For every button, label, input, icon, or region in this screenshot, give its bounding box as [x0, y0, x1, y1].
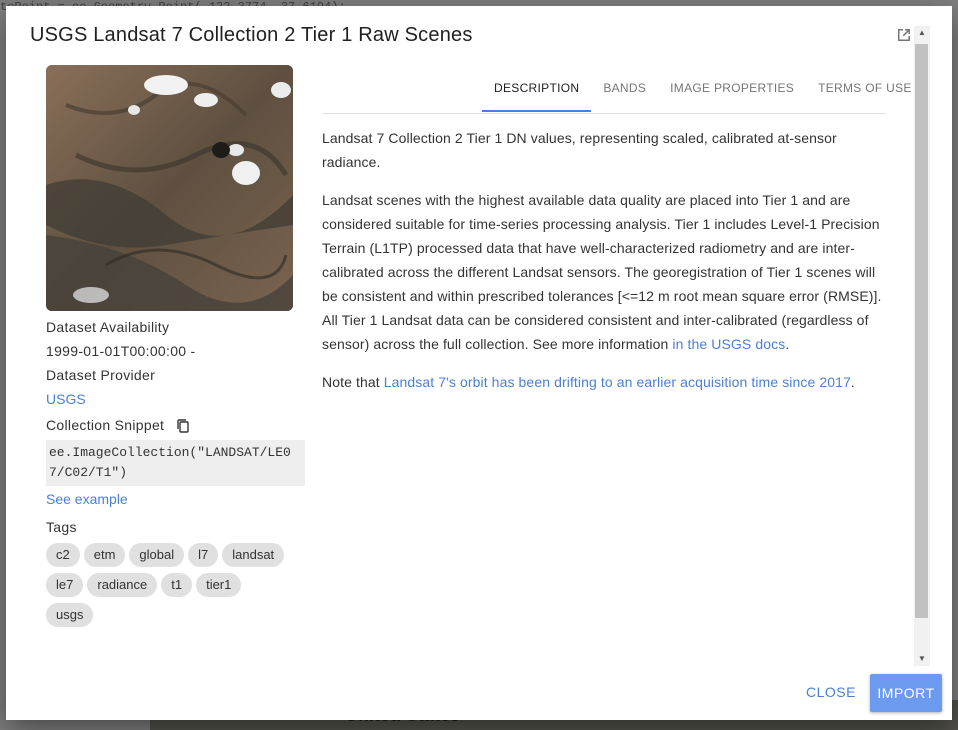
chevron-up-icon[interactable]: ▲ — [914, 26, 930, 40]
dataset-thumbnail — [46, 65, 293, 311]
description-paragraph-2-text: Landsat scenes with the highest availabl… — [322, 192, 882, 352]
tag-chip[interactable]: le7 — [46, 573, 84, 597]
dataset-dialog: USGS Landsat 7 Collection 2 Tier 1 Raw S… — [6, 6, 952, 720]
tag-chip[interactable]: landsat — [222, 543, 285, 567]
tag-chip[interactable]: etm — [83, 543, 126, 567]
dataset-provider-label: Dataset Provider — [46, 367, 156, 383]
usgs-docs-link[interactable]: in the USGS docs — [672, 336, 785, 352]
copy-icon[interactable] — [175, 418, 191, 434]
description-paragraph-2-end: . — [785, 336, 790, 352]
tag-chip[interactable]: t1 — [161, 573, 193, 597]
tag-chip[interactable]: l7 — [188, 543, 219, 567]
scrollbar-thumb[interactable] — [915, 44, 928, 618]
tags-list: c2 etm global l7 landsat le7 radiance t1 tier1 us… — [46, 543, 296, 633]
tag-chip[interactable]: usgs — [46, 603, 94, 627]
dataset-provider-link[interactable]: USGS — [46, 391, 86, 407]
collection-snippet-code: ee.ImageCollection("LANDSAT/LE07/C02/T1"… — [46, 440, 305, 486]
open-in-new-icon[interactable] — [896, 27, 912, 43]
see-example-link[interactable]: See example — [46, 491, 128, 507]
description-paragraph-1: Landsat 7 Collection 2 Tier 1 DN values,… — [322, 130, 837, 170]
tag-chip[interactable]: radiance — [87, 573, 158, 597]
tab-terms-of-use[interactable]: TERMS OF USE — [806, 72, 924, 112]
description-paragraph-3-text: Note that — [322, 374, 384, 390]
tab-bar: DESCRIPTION BANDS IMAGE PROPERTIES TERMS OF… — [482, 72, 924, 114]
description-paragraph-2: Landsat scenes with the highest availabl… — [322, 188, 892, 356]
tag-chip[interactable]: tier1 — [196, 573, 242, 597]
scrollbar[interactable]: ▲ ▼ — [914, 26, 930, 666]
collection-snippet-label: Collection Snippet — [46, 417, 165, 433]
tag-chip[interactable]: global — [129, 543, 185, 567]
import-button[interactable]: IMPORT — [870, 674, 942, 712]
dataset-availability-value: 1999-01-01T00:00:00 - — [46, 343, 196, 359]
tabs-divider — [322, 113, 886, 114]
description-paragraph-3-end: . — [850, 374, 855, 390]
dialog-title: USGS Landsat 7 Collection 2 Tier 1 Raw S… — [30, 24, 473, 46]
description-panel: Landsat 7 Collection 2 Tier 1 DN values,… — [322, 126, 892, 408]
tab-bands[interactable]: BANDS — [591, 72, 658, 112]
tab-image-properties[interactable]: IMAGE PROPERTIES — [658, 72, 806, 112]
dataset-availability-label: Dataset Availability — [46, 319, 170, 335]
tag-chip[interactable]: c2 — [46, 543, 80, 567]
close-button[interactable]: CLOSE — [798, 674, 864, 710]
tab-description[interactable]: DESCRIPTION — [482, 72, 592, 112]
chevron-down-icon[interactable]: ▼ — [914, 652, 930, 666]
tags-label: Tags — [46, 519, 77, 535]
orbit-drift-link[interactable]: Landsat 7's orbit has been drifting to a… — [384, 374, 851, 390]
description-paragraph-3: Note that Landsat 7's orbit has been dri… — [322, 370, 892, 394]
